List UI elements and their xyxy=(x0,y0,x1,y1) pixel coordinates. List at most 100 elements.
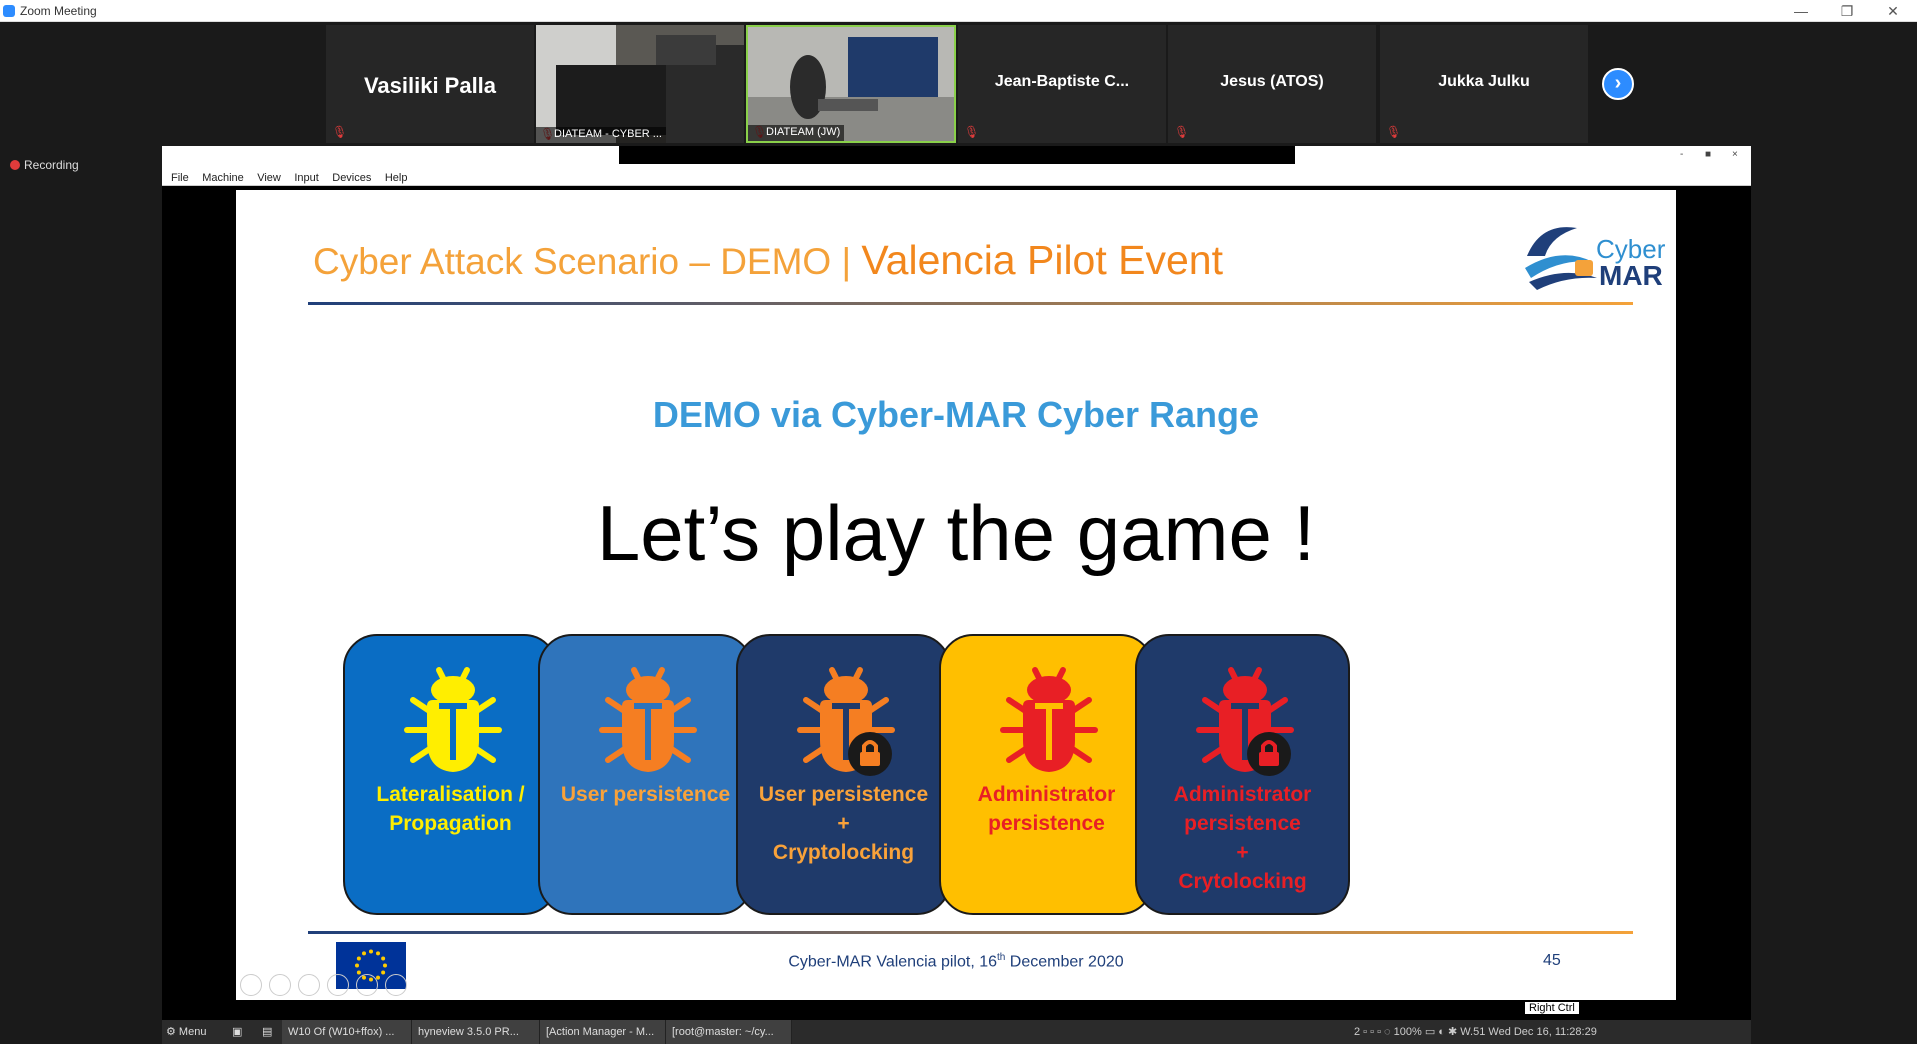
attack-card-label-line: Administrator xyxy=(977,783,1116,806)
clock: W.51 Wed Dec 16, 11:28:29 xyxy=(1460,1026,1597,1038)
attack-card-label: Administrator persistence + Crytolocking xyxy=(1137,780,1348,896)
recording-label: Recording xyxy=(24,158,79,172)
attack-card-label-line: Lateralisation / xyxy=(376,783,525,806)
vm-minimize-button[interactable]: - xyxy=(1680,149,1683,160)
attack-card-user-persistence: User persistence xyxy=(538,634,753,915)
mic-muted-icon: 🎙 xyxy=(964,125,980,139)
attack-card-label: User persistence xyxy=(540,780,751,809)
participant-tile[interactable]: Vasiliki Palla 🎙 xyxy=(326,25,534,143)
attack-card-label-line: User persistence xyxy=(758,783,929,806)
vm-close-button[interactable]: × xyxy=(1732,149,1738,160)
prev-slide-icon[interactable] xyxy=(240,974,262,996)
active-speaker-video-tile[interactable]: 🎙 DIATEAM (JW) xyxy=(746,25,956,143)
mic-muted-icon: 🎙 xyxy=(332,125,348,139)
participant-tile[interactable]: Jesus (ATOS) 🎙 xyxy=(1168,25,1376,143)
vm-menubar: File Machine View Input Devices Help xyxy=(162,168,1751,186)
folder-launcher-icon[interactable]: ▤ xyxy=(262,1020,282,1044)
recording-dot-icon xyxy=(10,160,20,170)
footer-date: December 2020 xyxy=(1005,953,1124,971)
shared-vm-window: - ■ × File Machine View Input Devices He… xyxy=(162,146,1751,1020)
attack-card-label-line: Propagation xyxy=(389,812,512,835)
attack-card-user-cryptolocking: User persistence + Cryptolocking xyxy=(736,634,951,915)
slide-headline: Let’s play the game ! xyxy=(596,489,1316,577)
start-menu-label: Menu xyxy=(178,1026,207,1038)
taskbar-item[interactable]: hyneview 3.5.0 PR... xyxy=(412,1020,540,1044)
menu-help[interactable]: Help xyxy=(385,169,408,187)
restore-button[interactable]: ❐ xyxy=(1830,2,1864,20)
slide-page-number: 45 xyxy=(1543,952,1561,969)
recording-indicator: Recording xyxy=(10,158,79,172)
participant-strip: Vasiliki Palla 🎙 🎙 DIATEAM - CYBER ... 🎙… xyxy=(0,22,1917,144)
video-feed xyxy=(536,25,744,143)
attack-card-label-line: Administrator xyxy=(1173,783,1312,806)
slides-icon[interactable] xyxy=(327,974,349,996)
vm-maximize-button[interactable]: ■ xyxy=(1705,149,1711,160)
bug-icon xyxy=(599,667,697,772)
slide-nav-controls xyxy=(240,974,414,1000)
cybermar-logo: Cyber MAR xyxy=(1521,216,1665,294)
minimize-button[interactable]: — xyxy=(1784,2,1818,20)
attack-card-label-line: User persistence xyxy=(560,783,731,806)
participant-video-tile[interactable]: 🎙 DIATEAM - CYBER ... xyxy=(536,25,744,143)
participant-name: Jesus (ATOS) xyxy=(1220,73,1324,90)
guest-taskbar: ⚙ Menu ▣ ▤ W10 Of (W10+ffox) ... hynevie… xyxy=(162,1020,1751,1044)
next-slide-icon[interactable] xyxy=(269,974,291,996)
presentation-slide: Cyber Attack Scenario – DEMO | Valencia … xyxy=(236,190,1676,1000)
zoom-title-bar: Zoom Meeting — ❐ ✕ xyxy=(0,0,1917,22)
attack-card-label: Lateralisation / Propagation xyxy=(345,780,556,838)
attack-card-label-line: + xyxy=(837,812,850,835)
workspace-number: 2 xyxy=(1354,1026,1361,1038)
attack-card-admin-cryptolocking: Administrator persistence + Crytolocking xyxy=(1135,634,1350,915)
slide-title-part2: Valencia Pilot Event xyxy=(861,237,1223,283)
mic-muted-icon: 🎙 xyxy=(1174,125,1190,139)
slide-title: Cyber Attack Scenario – DEMO | Valencia … xyxy=(313,237,1223,284)
logo-text-mar: MAR xyxy=(1599,260,1663,291)
system-tray: 2 ▫ ▫ ▫ ◌ 100% ▭ ◐ ✱ W.51 Wed Dec 16, 11… xyxy=(1354,1026,1597,1038)
next-page-arrow-icon[interactable]: › xyxy=(1602,68,1634,100)
attack-card-label-line: persistence xyxy=(988,812,1105,835)
vm-titlebar: - ■ × xyxy=(162,146,1751,168)
participant-name: DIATEAM (JW) xyxy=(748,125,845,141)
pen-icon[interactable] xyxy=(298,974,320,996)
taskbar-item[interactable]: [Action Manager - M... xyxy=(540,1020,666,1044)
participant-tile[interactable]: Jukka Julku 🎙 xyxy=(1380,25,1588,143)
slide-footer: Cyber-MAR Valencia pilot, 16th December … xyxy=(236,952,1676,971)
slide-title-part1: Cyber Attack Scenario – DEMO xyxy=(313,241,832,282)
menu-file[interactable]: File xyxy=(171,169,189,187)
menu-devices[interactable]: Devices xyxy=(332,169,371,187)
participant-name: Vasiliki Palla xyxy=(363,73,497,98)
terminal-launcher-icon[interactable]: ▣ xyxy=(232,1020,252,1044)
vm-host-key: Right Ctrl xyxy=(1525,1002,1579,1014)
attack-card-label-line: Crytolocking xyxy=(1178,870,1307,893)
window-title: Zoom Meeting xyxy=(20,4,97,18)
participant-name: DIATEAM - CYBER ... xyxy=(536,127,666,143)
menu-view[interactable]: View xyxy=(257,169,281,187)
attack-card-lateralisation: Lateralisation / Propagation xyxy=(343,634,558,915)
bug-icon xyxy=(404,667,502,772)
attack-card-label-line: persistence xyxy=(1184,812,1301,835)
bug-lock-icon xyxy=(797,667,895,776)
participant-tile[interactable]: Jean-Baptiste C... 🎙 xyxy=(958,25,1166,143)
footer-text: Cyber-MAR Valencia pilot, 16 xyxy=(788,953,998,971)
mic-muted-icon: 🎙 xyxy=(1386,125,1402,139)
close-button[interactable]: ✕ xyxy=(1876,2,1910,20)
attack-card-label: User persistence + Cryptolocking xyxy=(738,780,949,867)
wave-logo-icon xyxy=(1525,227,1597,290)
volume-level: 100% xyxy=(1393,1026,1422,1038)
zoom-app-icon xyxy=(3,5,15,17)
slide-subtitle: DEMO via Cyber-MAR Cyber Range xyxy=(652,394,1260,435)
title-divider xyxy=(308,302,1633,305)
menu-machine[interactable]: Machine xyxy=(202,169,244,187)
menu-input[interactable]: Input xyxy=(294,169,318,187)
start-menu-button[interactable]: ⚙ Menu xyxy=(166,1020,226,1044)
taskbar-item[interactable]: [root@master: ~/cy... xyxy=(666,1020,792,1044)
attack-card-label-line: + xyxy=(1236,841,1249,864)
bug-icon xyxy=(1000,667,1098,772)
participant-name: Jukka Julku xyxy=(1438,73,1530,90)
taskbar-item[interactable]: W10 Of (W10+ffox) ... xyxy=(282,1020,412,1044)
participant-name: Jean-Baptiste C... xyxy=(994,73,1130,90)
zoom-icon[interactable] xyxy=(356,974,378,996)
footer-divider xyxy=(308,931,1633,934)
attack-card-admin-persistence: Administrator persistence xyxy=(939,634,1154,915)
more-icon[interactable] xyxy=(385,974,407,996)
